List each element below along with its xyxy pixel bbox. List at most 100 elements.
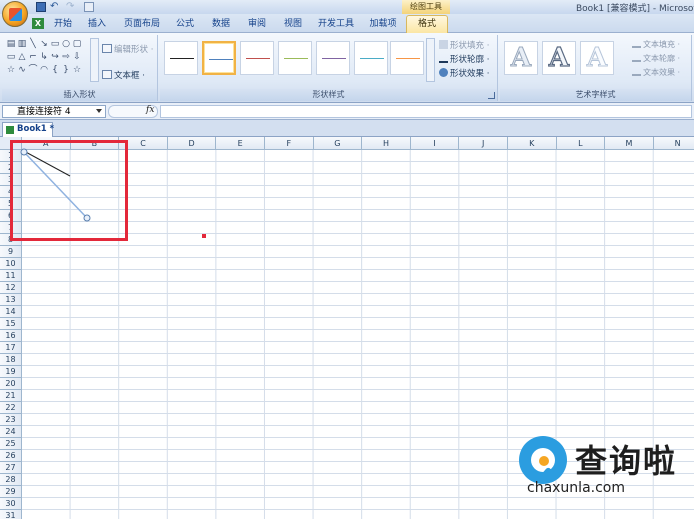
shape-style-3[interactable] — [240, 41, 274, 75]
column-header-d[interactable]: D — [167, 137, 217, 150]
row-header-31[interactable]: 31 — [0, 510, 22, 519]
row-header-27[interactable]: 27 — [0, 462, 22, 474]
right-arrow-shape-icon[interactable]: ⇨ — [61, 52, 71, 62]
wordart-style-2[interactable]: A — [542, 41, 576, 75]
row-header-21[interactable]: 21 — [0, 390, 22, 402]
curve-arrow-shape-icon[interactable]: ↪ — [50, 52, 60, 62]
row-header-14[interactable]: 14 — [0, 306, 22, 318]
row-header-13[interactable]: 13 — [0, 294, 22, 306]
star-outline-shape-icon[interactable]: ☆ — [72, 65, 82, 75]
tab-format[interactable]: 格式 — [406, 15, 448, 33]
shape-effects-button[interactable]: 形状效果 · — [439, 67, 489, 79]
right-brace-shape-icon[interactable]: } — [61, 65, 71, 75]
tab-developer[interactable]: 开发工具 — [314, 17, 358, 32]
down-arrow-shape-icon[interactable]: ⇩ — [72, 52, 82, 62]
arc-shape-icon[interactable]: ◠ — [39, 65, 49, 75]
row-header-11[interactable]: 11 — [0, 270, 22, 282]
textbox-shape-icon[interactable]: ▤ — [6, 39, 16, 49]
column-header-k[interactable]: K — [508, 137, 557, 150]
shape-fill-button[interactable]: 形状填充 · — [439, 39, 489, 51]
tab-page-layout[interactable]: 页面布局 — [120, 17, 164, 32]
shape-styles-dialog-launcher-icon[interactable] — [488, 92, 495, 99]
shape-style-7[interactable] — [390, 41, 424, 75]
row-header-16[interactable]: 16 — [0, 330, 22, 342]
star-shape-icon[interactable]: ☆ — [6, 65, 16, 75]
workbook-icon — [6, 126, 14, 134]
column-header-l[interactable]: L — [556, 137, 606, 150]
redo-icon[interactable]: ↷ — [66, 2, 76, 12]
row-header-26[interactable]: 26 — [0, 450, 22, 462]
column-header-m[interactable]: M — [605, 137, 654, 150]
tab-home[interactable]: 开始 — [50, 17, 76, 32]
left-brace-shape-icon[interactable]: { — [50, 65, 60, 75]
column-header-e[interactable]: E — [216, 137, 265, 150]
row-header-30[interactable]: 30 — [0, 498, 22, 510]
row-header-18[interactable]: 18 — [0, 354, 22, 366]
row-header-15[interactable]: 15 — [0, 318, 22, 330]
vertical-textbox-shape-icon[interactable]: ▥ — [17, 39, 27, 49]
shapes-gallery[interactable]: ▤ ▥ ╲ ↘ ▭ ○ ▢ ▭ △ ⌐ ↳ ↪ ⇨ ⇩ ☆ ∿ ⌒ ◠ { } — [6, 39, 88, 81]
print-preview-icon[interactable] — [84, 2, 94, 12]
tab-insert[interactable]: 插入 — [84, 17, 110, 32]
row-header-10[interactable]: 10 — [0, 258, 22, 270]
shape-style-2[interactable] — [202, 41, 236, 75]
text-effects-button[interactable]: 文本效果 · — [632, 67, 680, 79]
edit-shape-button[interactable]: 编辑形状 · — [102, 43, 153, 55]
name-box[interactable]: 直接连接符 4 — [2, 105, 106, 118]
arrow-line-shape-icon[interactable]: ↘ — [39, 39, 49, 49]
wordart-style-1[interactable]: A — [504, 41, 538, 75]
row-header-29[interactable]: 29 — [0, 486, 22, 498]
row-header-23[interactable]: 23 — [0, 414, 22, 426]
column-header-f[interactable]: F — [265, 137, 314, 150]
tab-review[interactable]: 审阅 — [244, 17, 270, 32]
tab-view[interactable]: 视图 — [280, 17, 306, 32]
undo-icon[interactable]: ↶ — [50, 2, 60, 12]
name-box-dropdown-icon[interactable] — [96, 109, 102, 113]
column-header-j[interactable]: J — [459, 137, 508, 150]
save-icon[interactable] — [36, 2, 46, 12]
rounded-rect-shape-icon[interactable]: ▢ — [72, 39, 82, 49]
wordart-style-3[interactable]: A — [580, 41, 614, 75]
pencil-icon — [439, 54, 448, 63]
row-header-12[interactable]: 12 — [0, 282, 22, 294]
shapes-gallery-scrollbar[interactable] — [90, 38, 99, 82]
shape-style-5[interactable] — [316, 41, 350, 75]
line-shape-icon[interactable]: ╲ — [28, 39, 38, 49]
text-outline-button[interactable]: 文本轮廓 · — [632, 53, 680, 65]
elbow-connector-shape-icon[interactable]: ⌐ — [28, 52, 38, 62]
row-header-20[interactable]: 20 — [0, 378, 22, 390]
column-header-i[interactable]: I — [410, 137, 460, 150]
row-header-19[interactable]: 19 — [0, 366, 22, 378]
row-header-28[interactable]: 28 — [0, 474, 22, 486]
tab-formulas[interactable]: 公式 — [172, 17, 198, 32]
text-fill-button[interactable]: 文本填充 · — [632, 39, 680, 51]
rectangle-shape-icon[interactable]: ▭ — [50, 39, 60, 49]
tab-data[interactable]: 数据 — [208, 17, 234, 32]
column-header-g[interactable]: G — [313, 137, 363, 150]
column-header-n[interactable]: N — [653, 137, 694, 150]
column-header-h[interactable]: H — [362, 137, 411, 150]
formula-input[interactable] — [160, 105, 692, 118]
shape-style-6[interactable] — [354, 41, 388, 75]
row-header-17[interactable]: 17 — [0, 342, 22, 354]
row-header-9[interactable]: 9 — [0, 246, 22, 258]
textbox-button[interactable]: 文本框 · — [102, 69, 145, 81]
freeform-shape-icon[interactable]: ⌒ — [28, 65, 38, 75]
insert-function-icon[interactable]: fx — [146, 105, 154, 115]
elbow-arrow-shape-icon[interactable]: ↳ — [39, 52, 49, 62]
office-button[interactable] — [2, 1, 28, 27]
row-header-22[interactable]: 22 — [0, 402, 22, 414]
triangle-shape-icon[interactable]: △ — [17, 52, 27, 62]
shape-styles-scrollbar[interactable] — [426, 38, 435, 82]
oval-shape-icon[interactable]: ○ — [61, 39, 71, 49]
tab-addins[interactable]: 加载项 — [366, 17, 400, 32]
workbook-tab[interactable]: Book1 * — [2, 122, 54, 137]
workbook-tab-bar: Book1 * — [0, 120, 694, 137]
row-header-24[interactable]: 24 — [0, 426, 22, 438]
row-header-25[interactable]: 25 — [0, 438, 22, 450]
shape-style-4[interactable] — [278, 41, 312, 75]
rounded-rectangle-shape-icon[interactable]: ▭ — [6, 52, 16, 62]
shape-style-1[interactable] — [164, 41, 198, 75]
curve-shape-icon[interactable]: ∿ — [17, 65, 27, 75]
shape-outline-button[interactable]: 形状轮廓 · — [439, 53, 489, 65]
